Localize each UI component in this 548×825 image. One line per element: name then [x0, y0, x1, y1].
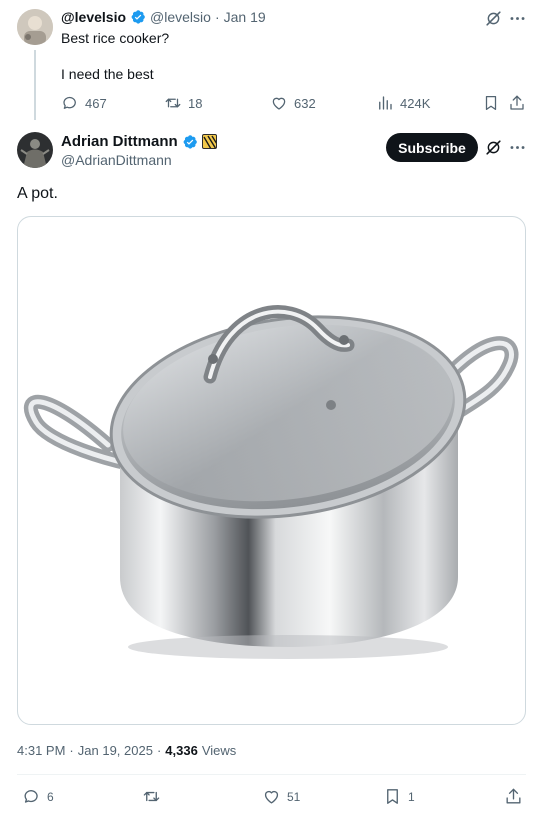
reply-icon: [22, 787, 41, 806]
main-tweet-text: A pot.: [17, 185, 58, 202]
parent-handle[interactable]: @levelsio: [150, 9, 211, 25]
divider: [17, 774, 526, 775]
views-bar-icon: [376, 94, 394, 112]
parent-avatar[interactable]: [17, 9, 53, 45]
reply-icon: [61, 94, 79, 112]
tweet-time[interactable]: 4:31 PM: [17, 743, 65, 758]
thread-line: [34, 50, 36, 120]
main-reply-button[interactable]: 6: [22, 787, 54, 806]
subscribe-button[interactable]: Subscribe: [386, 133, 478, 162]
parent-reply-count: 467: [85, 95, 107, 111]
main-reply-count: 6: [47, 789, 54, 804]
parent-header: @levelsio @levelsio · Jan 19: [61, 9, 266, 25]
parent-retweet-button[interactable]: 18: [164, 94, 202, 112]
more-dots-icon[interactable]: [508, 9, 527, 28]
verified-badge-icon: [182, 134, 198, 150]
tweet-date[interactable]: Jan 19, 2025: [78, 743, 153, 758]
parent-like-button[interactable]: 632: [270, 94, 316, 112]
retweet-icon: [164, 94, 182, 112]
parent-date[interactable]: Jan 19: [224, 9, 266, 25]
parent-display-name[interactable]: @levelsio: [61, 9, 126, 25]
affiliate-badge-icon: [201, 134, 217, 149]
parent-views-count: 424K: [400, 95, 431, 111]
main-like-button[interactable]: 51: [262, 787, 300, 806]
parent-retweet-count: 18: [188, 95, 203, 111]
heart-icon: [270, 94, 288, 112]
parent-views-button[interactable]: 424K: [376, 94, 430, 112]
main-like-count: 51: [287, 789, 301, 804]
main-bookmark-count: 1: [408, 789, 415, 804]
parent-text-line2: I need the best: [61, 66, 154, 82]
meta-separator: ·: [69, 743, 74, 758]
main-handle[interactable]: @AdrianDittmann: [61, 152, 172, 168]
more-dots-icon[interactable]: [508, 138, 527, 157]
main-display-name[interactable]: Adrian Dittmann: [61, 133, 178, 150]
main-retweet-button[interactable]: [142, 787, 167, 806]
stainless-pot-illustration: [23, 305, 519, 659]
meta-separator: ·: [156, 743, 162, 758]
views-label: Views: [201, 743, 237, 758]
views-count: 4,336: [165, 743, 198, 758]
heart-icon: [262, 787, 281, 806]
main-bookmark-button[interactable]: 1: [383, 787, 415, 806]
grok-icon[interactable]: [484, 138, 503, 157]
main-header: Adrian Dittmann: [61, 133, 217, 150]
retweet-icon: [142, 787, 161, 806]
share-icon[interactable]: [508, 94, 526, 112]
share-icon[interactable]: [504, 787, 523, 806]
main-avatar[interactable]: [17, 132, 53, 168]
parent-like-count: 632: [294, 95, 316, 111]
bookmark-icon: [383, 787, 402, 806]
tweet-media-image[interactable]: [17, 216, 526, 725]
tweet-meta: 4:31 PM · Jan 19, 2025 · 4,336 Views: [17, 743, 236, 758]
bookmark-icon[interactable]: [482, 94, 500, 112]
parent-separator: ·: [214, 9, 220, 25]
parent-reply-button[interactable]: 467: [61, 94, 107, 112]
verified-badge-icon: [130, 9, 146, 25]
parent-text-line1: Best rice cooker?: [61, 30, 170, 46]
grok-icon[interactable]: [484, 9, 503, 28]
